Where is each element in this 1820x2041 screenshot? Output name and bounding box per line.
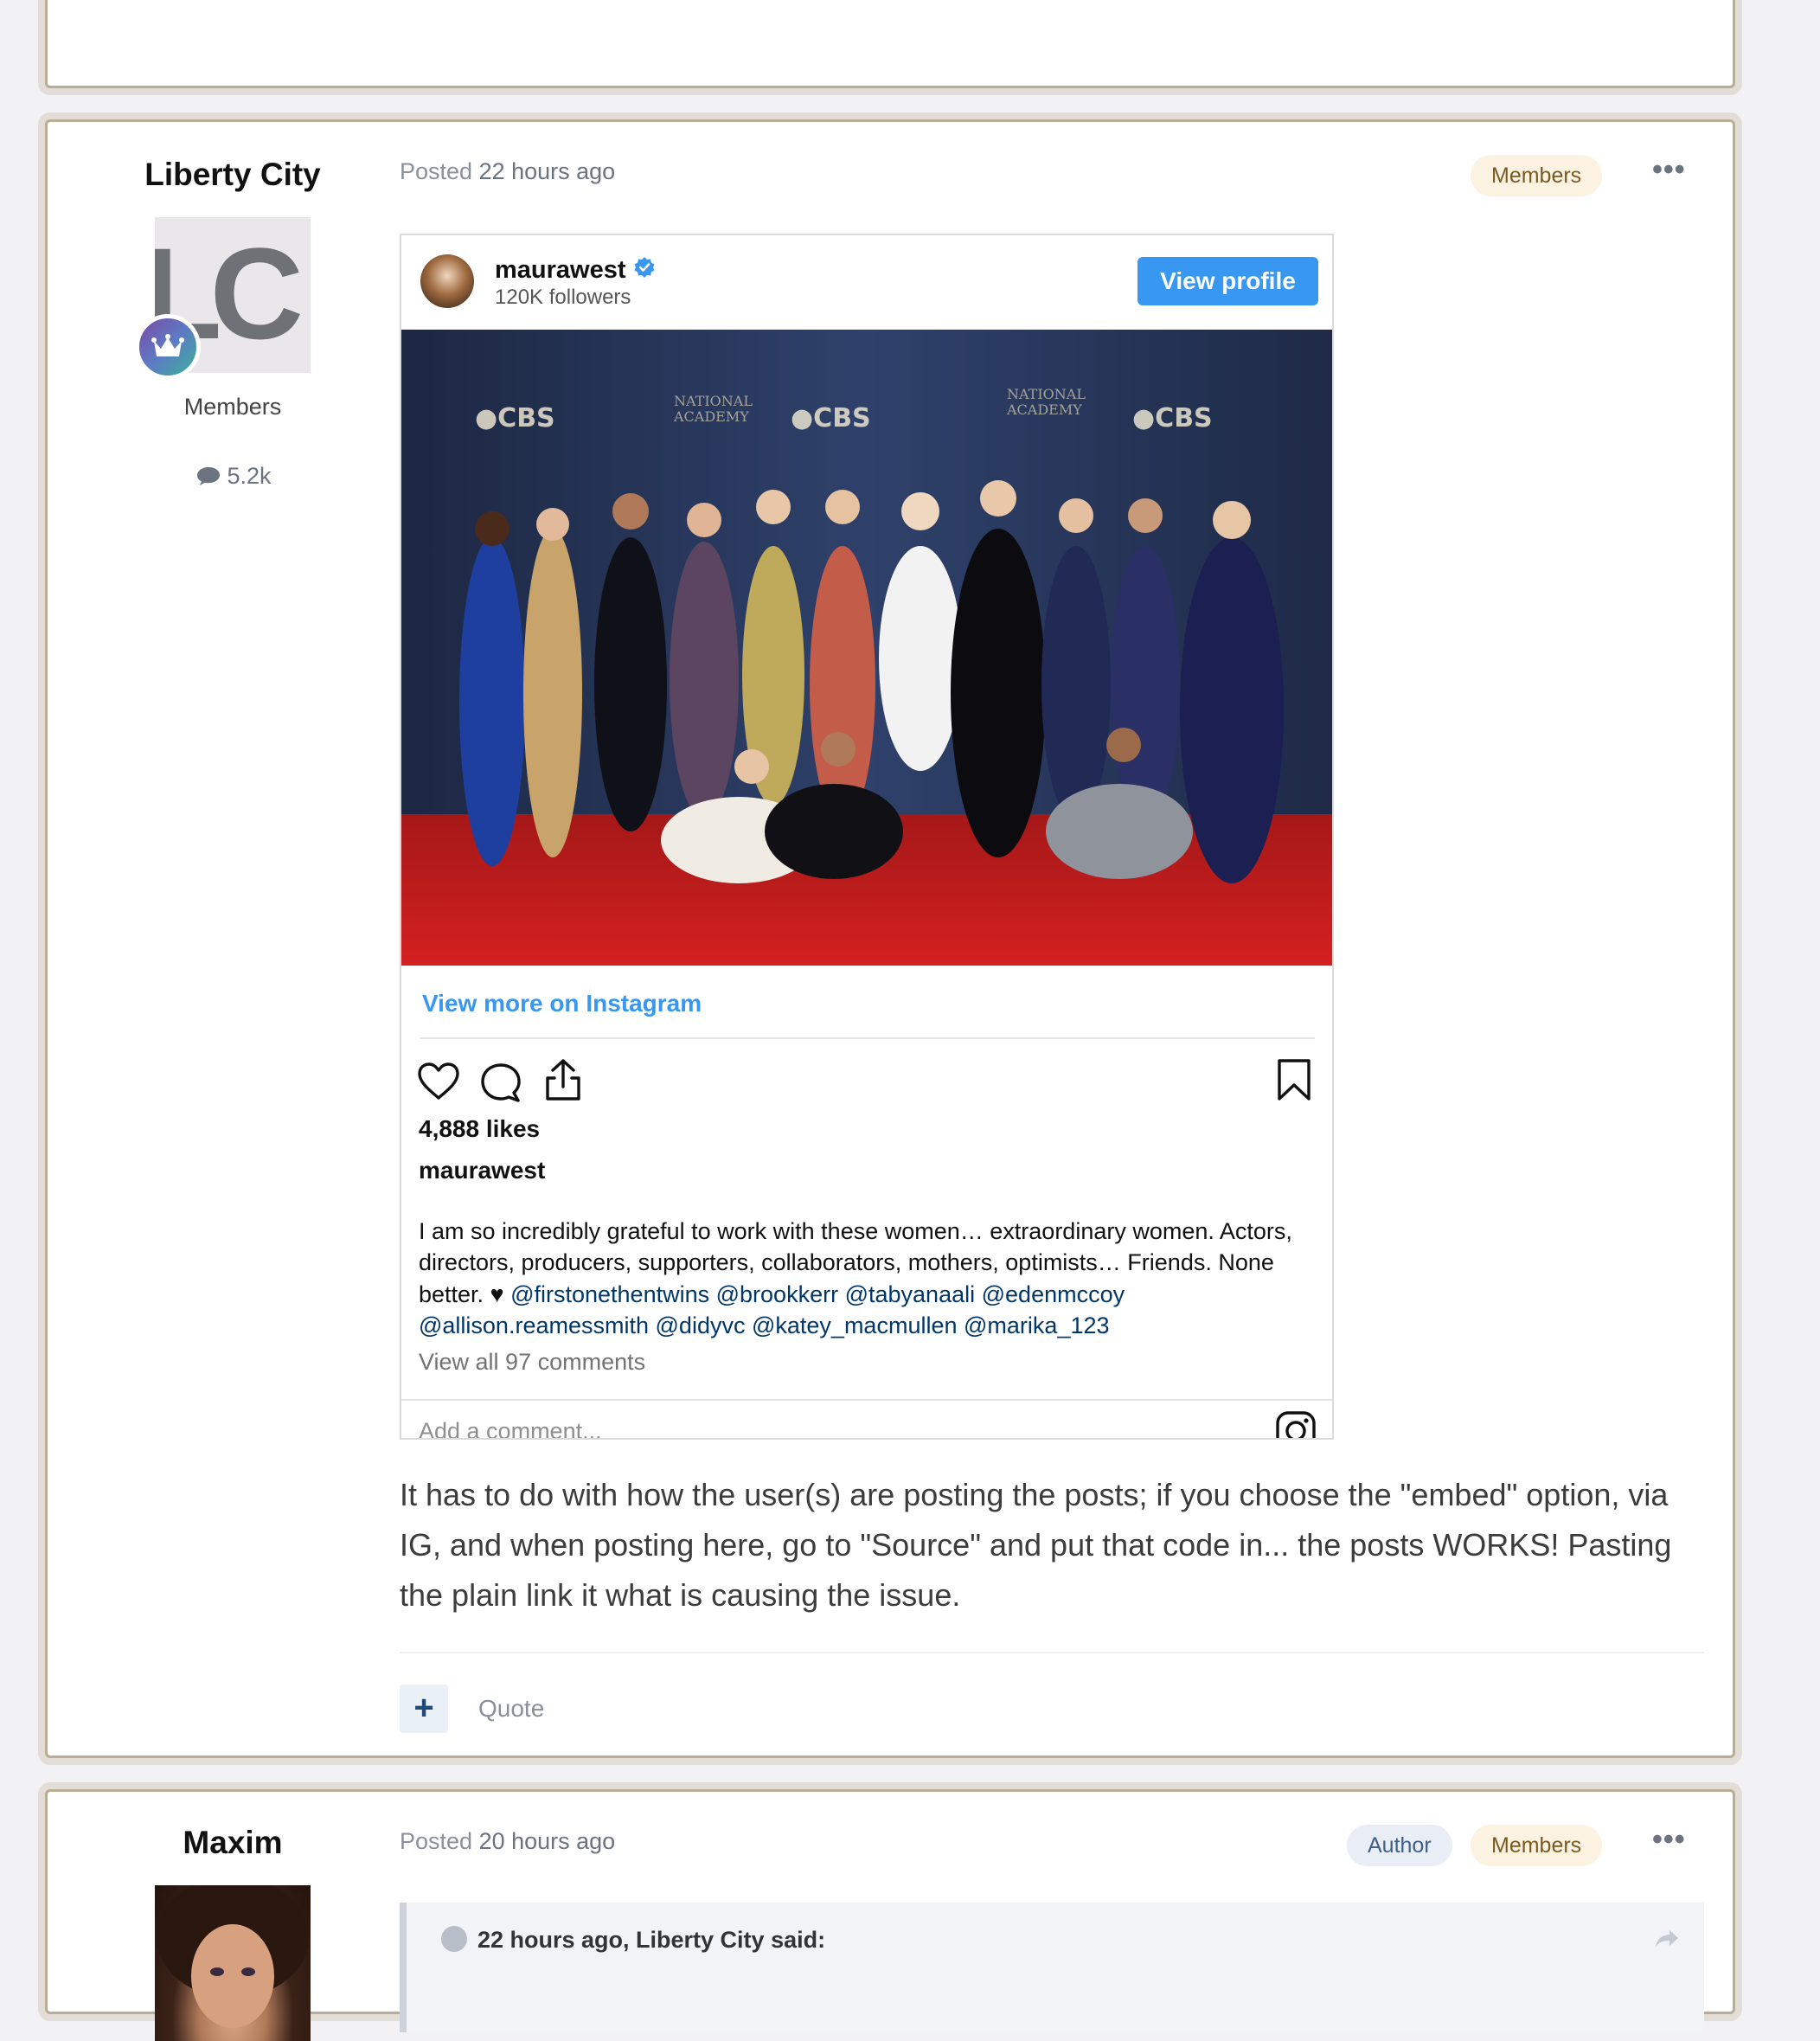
svg-text:●CBS: ●CBS xyxy=(791,403,871,433)
previous-post-card xyxy=(45,0,1735,88)
next-post-card: Maxim Posted 20 hours ago Author Members… xyxy=(45,1789,1735,2041)
more-options-icon[interactable]: ••• xyxy=(1652,153,1686,187)
instagram-embed: maurawest 120K followers View profile ●C… xyxy=(400,234,1334,1440)
post-divider xyxy=(400,1652,1704,1653)
posted-label: Posted xyxy=(400,158,473,184)
post-count-value: 5.2k xyxy=(227,463,272,489)
quote-toggle-icon xyxy=(441,1925,467,1952)
comment-bubble-icon[interactable] xyxy=(479,1062,522,1107)
view-all-comments-link[interactable]: View all 97 comments xyxy=(419,1349,645,1376)
quote-block: 22 hours ago, Liberty City said: xyxy=(400,1903,1704,2032)
post-body: It has to do with how the user(s) are po… xyxy=(400,1477,1672,1613)
share-icon[interactable] xyxy=(542,1057,585,1107)
mention-link[interactable]: @allison.reamessmith xyxy=(419,1313,649,1338)
author-name[interactable]: Maxim xyxy=(103,1825,362,1861)
mention-link[interactable]: @brookkerr xyxy=(716,1281,838,1307)
ig-username-text: maurawest xyxy=(495,256,626,284)
ig-photo[interactable]: ●CBS ●CBS ●CBS NATIONAL ACADEMY NATIONAL… xyxy=(401,330,1332,966)
view-more-on-instagram-link[interactable]: View more on Instagram xyxy=(422,990,702,1017)
author-badge: Author xyxy=(1347,1825,1452,1866)
crown-icon xyxy=(135,314,201,380)
ig-divider xyxy=(401,1399,1332,1401)
svg-text:●CBS: ●CBS xyxy=(1132,403,1213,433)
mention-link[interactable]: @edenmccoy xyxy=(982,1281,1125,1307)
ig-likes: 4,888 likes xyxy=(419,1115,541,1142)
avatar[interactable] xyxy=(155,1885,311,2041)
ig-profile-avatar[interactable] xyxy=(420,254,474,308)
posted-time[interactable]: 20 hours ago xyxy=(479,1828,616,1854)
quote-button[interactable]: Quote xyxy=(478,1695,544,1723)
mention-link[interactable]: @firstonethentwins xyxy=(510,1281,709,1307)
comment-icon xyxy=(196,463,228,489)
more-options-icon[interactable]: ••• xyxy=(1652,1823,1686,1857)
members-badge: Members xyxy=(1471,1825,1603,1866)
mention-link[interactable]: @didyvc xyxy=(656,1313,746,1338)
reputation-button[interactable]: + xyxy=(400,1685,448,1733)
post-card: Liberty City LC Members 5.2k Posted 22 h… xyxy=(45,119,1735,1758)
svg-text:ACADEMY: ACADEMY xyxy=(1006,401,1082,418)
post-count: 5.2k xyxy=(196,463,272,490)
mention-link[interactable]: @tabyanaali xyxy=(845,1281,976,1307)
svg-text:NATIONAL: NATIONAL xyxy=(674,393,753,409)
bookmark-icon[interactable] xyxy=(1275,1057,1313,1107)
instagram-icon[interactable] xyxy=(1275,1410,1317,1438)
posted-time[interactable]: 22 hours ago xyxy=(479,158,616,184)
author-name[interactable]: Liberty City xyxy=(103,157,362,193)
add-comment-field[interactable]: Add a comment... xyxy=(419,1418,602,1438)
author-group: Members xyxy=(183,394,282,420)
ig-caption: I am so incredibly grateful to work with… xyxy=(419,1216,1318,1342)
mention-link[interactable]: @katey_macmullen xyxy=(752,1313,958,1338)
view-profile-button[interactable]: View profile xyxy=(1138,257,1318,305)
go-to-quoted-post-icon[interactable] xyxy=(1654,1929,1680,1954)
mention-link[interactable]: @marika_123 xyxy=(964,1313,1110,1338)
svg-text:NATIONAL: NATIONAL xyxy=(1007,386,1086,402)
post-meta: Posted 22 hours ago xyxy=(400,158,615,185)
posted-label: Posted xyxy=(400,1828,473,1854)
verified-icon xyxy=(633,256,656,286)
svg-text:ACADEMY: ACADEMY xyxy=(673,408,749,425)
post-meta: Posted 20 hours ago xyxy=(400,1828,615,1855)
quote-header-text: 22 hours ago, Liberty City said: xyxy=(477,1927,826,1953)
ig-followers: 120K followers xyxy=(495,286,631,309)
ig-divider xyxy=(420,1037,1315,1039)
members-badge: Members xyxy=(1471,155,1603,196)
ig-caption-username[interactable]: maurawest xyxy=(419,1157,545,1184)
quote-header[interactable]: 22 hours ago, Liberty City said: xyxy=(441,1925,826,1954)
svg-text:●CBS: ●CBS xyxy=(475,403,555,433)
like-icon[interactable] xyxy=(417,1062,460,1106)
ig-username[interactable]: maurawest xyxy=(495,256,656,286)
